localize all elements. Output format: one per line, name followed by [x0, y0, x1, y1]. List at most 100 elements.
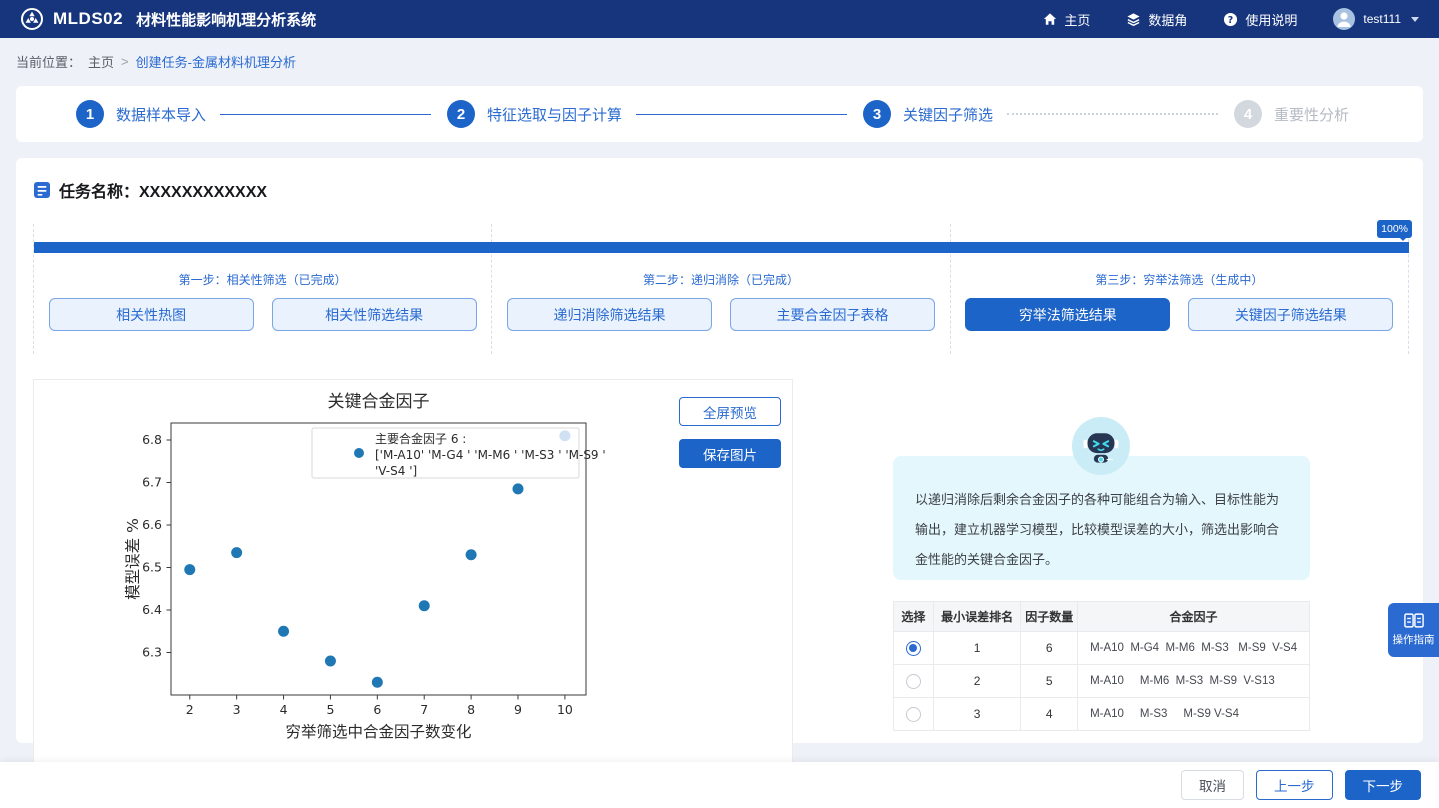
open-book-icon: [1404, 613, 1424, 628]
progress-section-title: 第三步：穷举法筛选（生成中）: [951, 271, 1408, 288]
step-circle-3: 3: [863, 100, 891, 128]
progress-zone: 100% 第一步：相关性筛选（已完成）相关性热图相关性筛选结果第二步：递归消除（…: [33, 224, 1409, 354]
breadcrumb: 当前位置： 主页 > 创建任务-金属材料机理分析: [0, 38, 1439, 86]
step-4: 4重要性分析: [1234, 100, 1363, 128]
stepper: 1数据样本导入2特征选取与因子计算3关键因子筛选4重要性分析: [16, 86, 1423, 142]
task-doc-icon: [33, 181, 51, 199]
cancel-button[interactable]: 取消: [1181, 770, 1244, 800]
x-tick-label: 5: [326, 702, 334, 717]
progress-percent-badge: 100%: [1377, 220, 1412, 238]
data-point: [231, 547, 242, 558]
tab-递归消除筛选结果[interactable]: 递归消除筛选结果: [507, 298, 712, 331]
progress-section-buttons: 相关性热图相关性筛选结果: [34, 298, 491, 331]
cell-factors: M-A10 M-M6 M-S3 M-S9 V-S13: [1078, 665, 1310, 698]
step-circle-4: 4: [1234, 100, 1262, 128]
task-title: 任务名称：XXXXXXXXXXXX: [59, 178, 267, 202]
next-step-button[interactable]: 下一步: [1345, 770, 1422, 800]
fullscreen-preview-button[interactable]: 全屏预览: [679, 397, 781, 426]
scatter-chart: 23456789106.36.46.56.66.76.8关键合金因子穷举筛选中合…: [34, 380, 654, 750]
app-title: 材料性能影响机理分析系统: [136, 9, 316, 30]
svg-text:?: ?: [1228, 14, 1233, 25]
operation-guide-fab[interactable]: 操作指南: [1388, 603, 1439, 657]
tab-关键因子筛选结果[interactable]: 关键因子筛选结果: [1188, 298, 1393, 331]
user-menu[interactable]: test111: [1333, 8, 1419, 30]
step-connector: [1007, 113, 1218, 115]
step-circle-2: 2: [447, 100, 475, 128]
cell-count: 4: [1021, 698, 1078, 731]
legend-line: ['M-A10' 'M-G4 ' 'M-M6 ' 'M-S3 ' 'M-S9 ': [375, 448, 606, 462]
x-tick-label: 6: [373, 702, 381, 717]
nav-data-corner[interactable]: 数据角: [1126, 10, 1187, 29]
cell-select: [894, 698, 934, 731]
nav-help-label: 使用说明: [1245, 10, 1297, 29]
cell-select: [894, 632, 934, 665]
y-axis-label: 模型误差 %: [124, 518, 142, 600]
data-point: [278, 626, 289, 637]
main-card: 任务名称：XXXXXXXXXXXX 100% 第一步：相关性筛选（已完成）相关性…: [16, 158, 1423, 743]
nav-data-corner-label: 数据角: [1148, 10, 1187, 29]
y-tick-label: 6.3: [142, 645, 162, 660]
table-row[interactable]: 34M-A10 M-S3 M-S9 V-S4: [894, 698, 1310, 731]
header-nav: 主页 数据角 ? 使用说明: [1043, 8, 1419, 30]
breadcrumb-current[interactable]: 创建任务-金属材料机理分析: [136, 52, 296, 71]
brand-name: MLDS02: [53, 9, 123, 29]
side-column: 以递归消除后剩余合金因子的各种可能组合为输入、目标性能为输出，建立机器学习模型，…: [893, 379, 1310, 764]
x-tick-label: 4: [280, 702, 288, 717]
x-tick-label: 9: [514, 702, 522, 717]
step-circle-1: 1: [76, 100, 104, 128]
col-min-error-rank: 最小误差排名: [933, 602, 1021, 632]
data-point: [372, 677, 383, 688]
breadcrumb-home[interactable]: 主页: [88, 52, 114, 71]
step-label-3: 关键因子筛选: [903, 104, 993, 125]
page: MLDS02 材料性能影响机理分析系统 主页 数据角: [0, 0, 1439, 808]
tab-穷举法筛选结果[interactable]: 穷举法筛选结果: [965, 298, 1170, 331]
tab-主要合金因子表格[interactable]: 主要合金因子表格: [730, 298, 935, 331]
step-2: 2 特征选取与因子计算: [447, 100, 636, 128]
progress-section-buttons: 递归消除筛选结果主要合金因子表格: [492, 298, 949, 331]
table-header-row: 选择 最小误差排名 因子数量 合金因子: [894, 602, 1310, 632]
save-image-button[interactable]: 保存图片: [679, 439, 781, 468]
x-tick-label: 10: [557, 702, 573, 717]
cell-factors: M-A10 M-S3 M-S9 V-S4: [1078, 698, 1310, 731]
cell-rank: 3: [933, 698, 1021, 731]
operation-guide-label: 操作指南: [1393, 632, 1435, 647]
user-avatar: [1333, 8, 1355, 30]
legend-line: 'V-S4 ']: [375, 464, 417, 478]
cell-rank: 1: [933, 632, 1021, 665]
step-label-2: 特征选取与因子计算: [487, 104, 622, 125]
cell-count: 6: [1021, 632, 1078, 665]
cell-select: [894, 665, 934, 698]
breadcrumb-prefix: 当前位置：: [16, 52, 81, 71]
x-tick-label: 3: [233, 702, 241, 717]
chart-panel: 23456789106.36.46.56.66.76.8关键合金因子穷举筛选中合…: [33, 379, 793, 764]
progress-section-buttons: 穷举法筛选结果关键因子筛选结果: [951, 298, 1408, 331]
nav-help[interactable]: ? 使用说明: [1223, 10, 1297, 29]
chart-holder: 23456789106.36.46.56.66.76.8关键合金因子穷举筛选中合…: [34, 380, 792, 755]
content-row: 23456789106.36.46.56.66.76.8关键合金因子穷举筛选中合…: [33, 379, 1409, 764]
person-icon: [1333, 8, 1355, 30]
tab-相关性热图[interactable]: 相关性热图: [49, 298, 254, 331]
table-row[interactable]: 16M-A10 M-G4 M-M6 M-S3 M-S9 V-S4: [894, 632, 1310, 665]
row-radio[interactable]: [906, 641, 921, 656]
step-connector: [636, 114, 847, 115]
col-alloy-factors: 合金因子: [1078, 602, 1310, 632]
col-factor-count: 因子数量: [1021, 602, 1078, 632]
tab-相关性筛选结果[interactable]: 相关性筛选结果: [272, 298, 477, 331]
row-radio[interactable]: [906, 674, 921, 689]
row-radio[interactable]: [906, 707, 921, 722]
x-axis-label: 穷举筛选中合金因子数变化: [285, 723, 471, 741]
app-header: MLDS02 材料性能影响机理分析系统 主页 数据角: [0, 0, 1439, 38]
page-footer: 取消 上一步 下一步: [0, 762, 1439, 808]
prev-step-button[interactable]: 上一步: [1256, 770, 1333, 800]
data-point: [513, 483, 524, 494]
app-logo-icon: [20, 7, 44, 31]
home-icon: [1043, 12, 1057, 26]
nav-home[interactable]: 主页: [1043, 10, 1090, 29]
cell-rank: 2: [933, 665, 1021, 698]
user-name: test111: [1363, 12, 1401, 26]
step-connector: [220, 114, 431, 115]
cell-factors: M-A10 M-G4 M-M6 M-S3 M-S9 V-S4: [1078, 632, 1310, 665]
y-tick-label: 6.8: [142, 432, 162, 447]
table-row[interactable]: 25M-A10 M-M6 M-S3 M-S9 V-S13: [894, 665, 1310, 698]
data-point: [325, 656, 336, 667]
